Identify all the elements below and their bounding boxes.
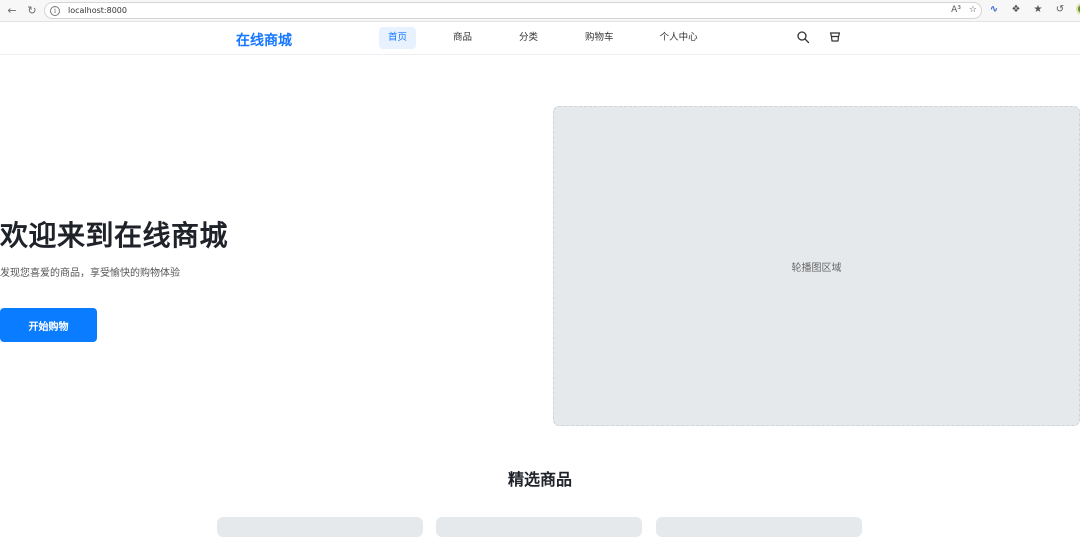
main-nav: 首页 商品 分类 购物车 个人中心 [379, 27, 707, 49]
browser-toolbar: ← ↻ i localhost:8000 A³ ☆ ∿ ❖ ★ ↺ [0, 0, 1080, 22]
nav-profile[interactable]: 个人中心 [651, 27, 707, 49]
history-icon[interactable]: ↺ [1054, 4, 1066, 15]
product-card[interactable] [656, 517, 862, 537]
read-aloud-icon[interactable]: A³ [951, 5, 961, 15]
nav-home[interactable]: 首页 [379, 27, 417, 49]
nav-categories[interactable]: 分类 [510, 27, 547, 49]
favorite-star-icon[interactable]: ☆ [969, 5, 977, 15]
url-text: localhost:8000 [68, 6, 127, 15]
search-icon[interactable] [796, 30, 810, 44]
favorites-icon[interactable]: ★ [1032, 4, 1044, 15]
nav-cart[interactable]: 购物车 [576, 27, 623, 49]
hero-subtitle: 发现您喜爱的商品，享受愉快的购物体验 [0, 268, 180, 279]
carousel-placeholder[interactable]: 轮播图区域 [553, 106, 1080, 426]
product-card[interactable] [436, 517, 642, 537]
hero-title: 欢迎来到在线商城 [0, 219, 229, 252]
site-logo[interactable]: 在线商城 [236, 30, 292, 50]
featured-section-title: 精选商品 [507, 470, 572, 489]
cart-icon[interactable] [828, 30, 842, 44]
start-shopping-button[interactable]: 开始购物 [0, 308, 97, 342]
carousel-label: 轮播图区域 [791, 262, 842, 274]
extension-icon[interactable]: ∿ [988, 4, 1000, 15]
nav-products[interactable]: 商品 [444, 27, 481, 49]
site-header: 在线商城 首页 商品 分类 购物车 个人中心 [0, 22, 1080, 55]
profile-avatar[interactable] [1076, 3, 1080, 15]
puzzle-icon[interactable]: ❖ [1010, 4, 1022, 15]
back-icon[interactable]: ← [4, 3, 20, 19]
address-bar[interactable]: i localhost:8000 A³ ☆ [44, 2, 982, 19]
product-card[interactable] [217, 517, 423, 537]
refresh-icon[interactable]: ↻ [24, 3, 40, 19]
info-icon[interactable]: i [50, 5, 60, 16]
